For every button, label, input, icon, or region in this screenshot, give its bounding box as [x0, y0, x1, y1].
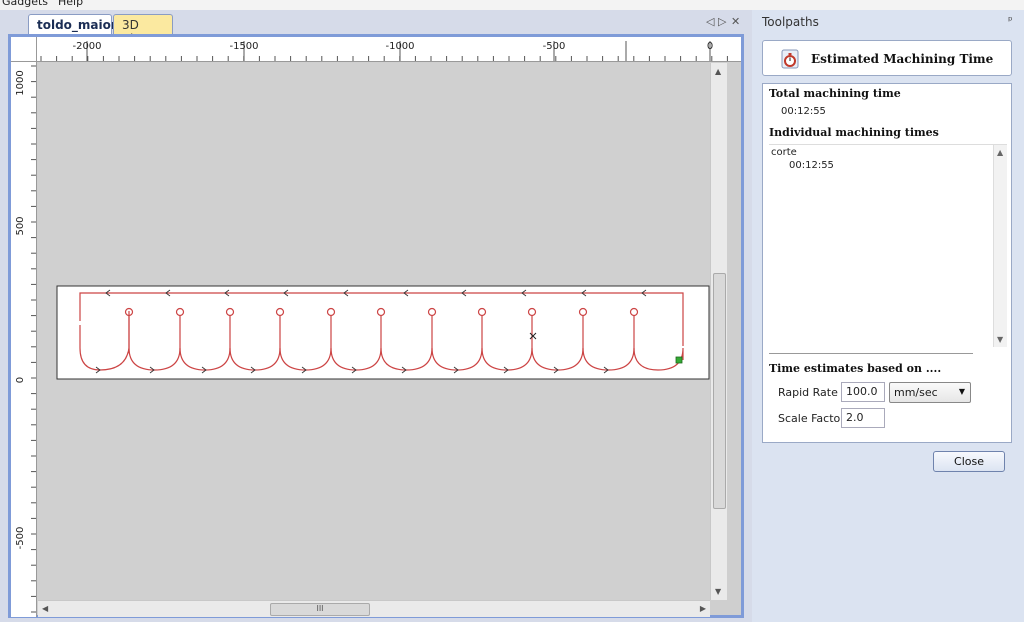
menu-gadgets[interactable]: Gadgets: [2, 0, 48, 8]
rate-unit-select[interactable]: mm/sec ▼: [889, 382, 971, 403]
menu-bar: Gadgets Help: [0, 0, 1024, 10]
panel-title: Toolpaths: [762, 15, 819, 29]
ruler-label-0: 0: [15, 377, 26, 383]
individual-times-list[interactable]: corte 00:12:55 ▲ ▼: [769, 144, 1007, 347]
total-heading: Total machining time: [769, 87, 901, 100]
chevron-down-icon: ▼: [958, 387, 965, 396]
scroll-left-icon[interactable]: ◀: [42, 604, 48, 613]
pin-icon[interactable]: ᵖ: [1008, 14, 1013, 27]
list-item-name[interactable]: corte: [771, 147, 797, 158]
divider: [769, 353, 973, 354]
tab-3d-view[interactable]: 3D View: [113, 14, 173, 46]
list-scroll-up-icon[interactable]: ▲: [997, 148, 1003, 157]
estimated-machining-time-header: Estimated Machining Time: [762, 40, 1012, 76]
scale-factor-label: Scale Factor: [778, 412, 845, 425]
list-scroll-down-icon[interactable]: ▼: [997, 335, 1003, 344]
menu-help[interactable]: Help: [58, 0, 83, 8]
scroll-tabs-left-icon[interactable]: ◁: [706, 15, 714, 28]
ruler-label-minus-500: -500: [543, 41, 566, 52]
toolpath-start-marker: [675, 356, 683, 364]
toolpath-drawing: [56, 285, 710, 380]
horizontal-scroll-thumb[interactable]: III: [270, 603, 370, 616]
vertical-ruler-ticks: 1000 500 0 -500: [15, 65, 36, 613]
estimates-heading: Time estimates based on ....: [769, 362, 942, 375]
close-tab-icon[interactable]: ✕: [731, 15, 740, 28]
rate-unit-value: mm/sec: [894, 386, 938, 399]
scroll-tabs-right-icon[interactable]: ▷: [718, 15, 726, 28]
ruler-label-minus-500-v: -500: [15, 527, 26, 550]
total-time-value: 00:12:55: [781, 106, 826, 117]
vertical-ruler: 1000 500 0 -500: [11, 62, 37, 617]
vertical-scrollbar[interactable]: ▲ ▼: [710, 63, 727, 600]
header-title: Estimated Machining Time: [811, 52, 994, 66]
ruler-label-minus-1500: -1500: [229, 41, 258, 52]
individual-heading: Individual machining times: [769, 126, 939, 139]
horizontal-ruler-ticks: -2000 -1500 -1000 -500 0: [40, 41, 728, 61]
2d-view: -2000 -1500 -1000 -500 0 1000 500 0 -500: [8, 34, 744, 618]
drawing-canvas[interactable]: [38, 63, 710, 600]
rapid-rate-input[interactable]: 100.0: [841, 382, 885, 402]
ruler-corner: [11, 37, 37, 62]
stopwatch-icon: [781, 49, 799, 69]
rapid-rate-label: Rapid Rate: [778, 386, 838, 399]
scroll-right-icon[interactable]: ▶: [700, 604, 706, 613]
ruler-label-1000: 1000: [15, 70, 26, 95]
horizontal-scrollbar[interactable]: ◀ III ▶: [38, 600, 710, 617]
material-sheet: [56, 285, 710, 380]
list-scrollbar[interactable]: ▲ ▼: [993, 145, 1007, 347]
ruler-label-zero: 0: [707, 41, 713, 52]
scroll-down-icon[interactable]: ▼: [715, 587, 721, 596]
ruler-label-500: 500: [15, 216, 26, 235]
document-area: toldo_maior 3D View ◁ ▷ ✕ -2000 -1500 -1…: [0, 10, 748, 622]
scale-factor-input[interactable]: 2.0: [841, 408, 885, 428]
ruler-label-minus-1000: -1000: [385, 41, 414, 52]
vertical-scroll-thumb[interactable]: [713, 273, 726, 509]
tab-toldo-maior[interactable]: toldo_maior: [28, 14, 117, 34]
list-item-time: 00:12:55: [789, 160, 834, 171]
ruler-label-minus-2000: -2000: [72, 41, 101, 52]
machining-time-content: Total machining time 00:12:55 Individual…: [762, 83, 1012, 443]
scroll-up-icon[interactable]: ▲: [715, 67, 721, 76]
horizontal-ruler: -2000 -1500 -1000 -500 0: [37, 37, 741, 62]
toolpaths-panel: Toolpaths ᵖ Estimated Machining Time Tot…: [752, 10, 1024, 622]
close-button[interactable]: Close: [933, 451, 1005, 472]
